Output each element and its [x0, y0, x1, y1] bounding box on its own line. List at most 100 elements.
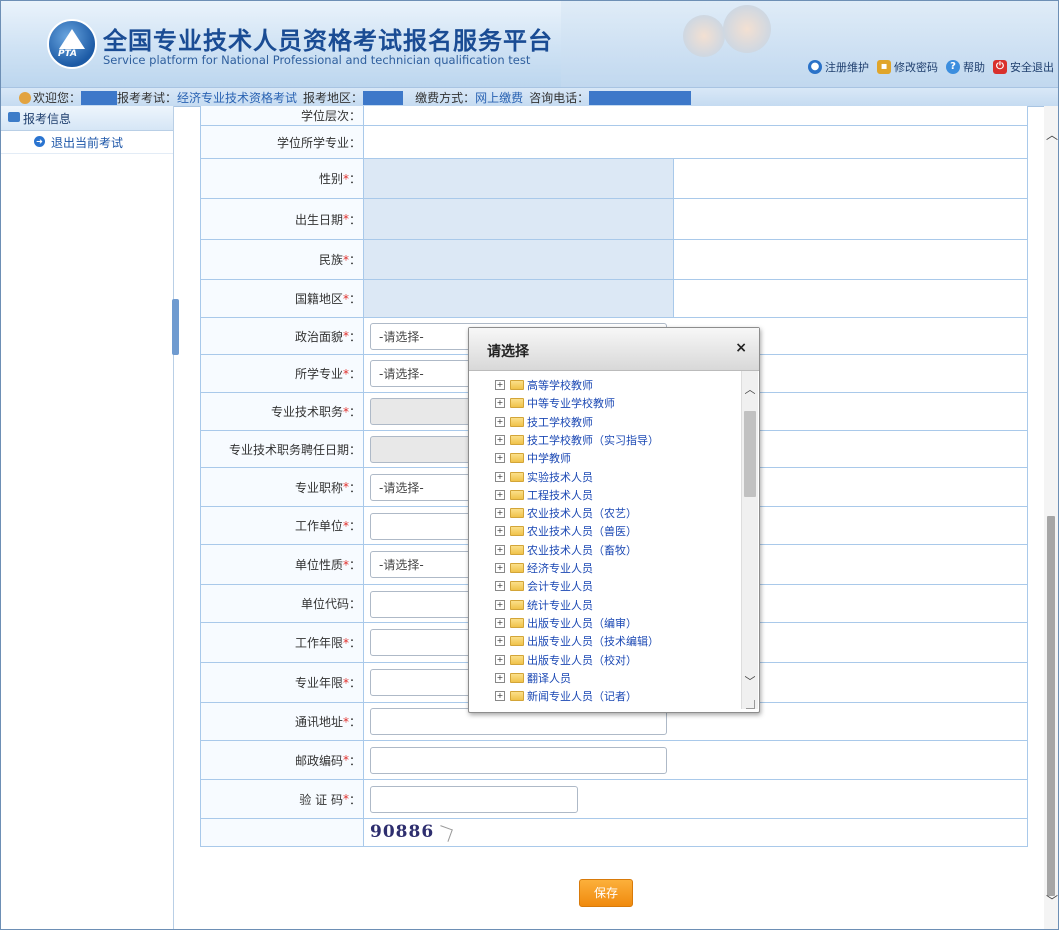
tree-node[interactable]: + 经济专业人员: [495, 559, 593, 577]
tree-node[interactable]: + 统计专业人员: [495, 596, 593, 614]
select-dialog: 请选择 × + 高等学校教师 + 中等专业学校教师 + 技工学校教师 + 技工学校教师（实习指…: [468, 327, 760, 713]
tree-node[interactable]: + 出版专业人员（校对）: [495, 651, 637, 669]
tree-node[interactable]: + 中学教师: [495, 449, 571, 467]
expand-icon[interactable]: +: [495, 526, 505, 537]
postal-code-input[interactable]: [370, 747, 667, 774]
captcha-cell: [364, 780, 1028, 818]
expand-icon[interactable]: +: [495, 398, 505, 409]
tree-node[interactable]: + 实验技术人员: [495, 468, 593, 486]
scroll-up-icon[interactable]: ︿: [1046, 126, 1058, 143]
person-image: [683, 15, 725, 57]
tree-node[interactable]: + 新闻专业人员（记者）: [495, 687, 637, 705]
ethnicity-value: [364, 240, 1028, 279]
tree-node[interactable]: + 农业技术人员（畜牧）: [495, 541, 637, 559]
expand-icon[interactable]: +: [495, 471, 505, 482]
form-row-nationality: 国籍地区 *：: [200, 280, 1028, 318]
field-label: 民族 *：: [200, 240, 364, 279]
tree-node[interactable]: +新闻专业人员（编辑）: [495, 705, 637, 707]
expand-icon[interactable]: +: [495, 654, 505, 665]
dialog-titlebar[interactable]: 请选择 ×: [469, 328, 759, 371]
site-header: PTA 全国专业技术人员资格考试报名服务平台 Service platform …: [1, 1, 1058, 87]
folder-icon: [510, 489, 524, 500]
scroll-up-icon[interactable]: ︿: [744, 381, 756, 397]
profession-tree: + 高等学校教师 + 中等专业学校教师 + 技工学校教师 + 技工学校教师（实习指导） + 中学教…: [469, 371, 741, 707]
dialog-scrollbar-thumb[interactable]: [744, 411, 756, 497]
degree-level-value: [364, 106, 1028, 125]
tree-node[interactable]: + 农业技术人员（兽医）: [495, 522, 637, 540]
field-label: 单位代码：: [200, 585, 364, 622]
tree-node[interactable]: + 农业技术人员（农艺）: [495, 504, 637, 522]
expand-icon[interactable]: +: [495, 581, 505, 592]
link-label: 帮助: [963, 61, 985, 74]
logout-link[interactable]: ⏻ 安全退出: [993, 59, 1054, 75]
field-label: 政治面貌 *：: [200, 318, 364, 354]
expand-icon[interactable]: +: [495, 453, 505, 464]
logo-text: PTA: [58, 49, 78, 59]
change-password-link[interactable]: ▪ 修改密码: [877, 59, 938, 75]
field-label: 工作单位 *：: [200, 507, 364, 544]
tree-node[interactable]: + 技工学校教师: [495, 413, 593, 431]
form-row-gender: 性别 *：: [200, 159, 1028, 199]
scroll-down-icon[interactable]: ﹀: [744, 673, 756, 689]
expand-icon[interactable]: +: [495, 434, 505, 445]
tree-node[interactable]: + 会计专业人员: [495, 577, 593, 595]
tree-node[interactable]: + 中等专业学校教师: [495, 394, 615, 412]
expand-icon[interactable]: +: [495, 508, 505, 519]
expand-icon[interactable]: +: [495, 489, 505, 500]
payment-value: 网上缴费: [475, 91, 524, 105]
tree-node-label: 技工学校教师: [527, 415, 593, 429]
folder-icon: [510, 471, 524, 482]
field-label: 学位所学专业：: [200, 126, 364, 158]
exam-value: 经济专业技术资格考试: [177, 91, 298, 105]
sidebar-item-exit-exam[interactable]: ➜ 退出当前考试: [1, 131, 173, 154]
dialog-title: 请选择: [487, 344, 529, 360]
tree-node[interactable]: + 翻译人员: [495, 669, 571, 687]
tree-node[interactable]: + 工程技术人员: [495, 486, 593, 504]
dialog-scrollbar[interactable]: ︿ ﹀: [741, 371, 758, 709]
readonly-cell: [364, 280, 674, 317]
tree-node[interactable]: + 技工学校教师（实习指导）: [495, 431, 659, 449]
expand-icon[interactable]: +: [495, 599, 505, 610]
field-label: 通讯地址 *：: [200, 703, 364, 740]
expand-icon[interactable]: +: [495, 672, 505, 683]
sidebar-toggle-handle[interactable]: [172, 299, 179, 355]
tree-node[interactable]: + 出版专业人员（编审）: [495, 614, 637, 632]
page-scrollbar[interactable]: ︿ ﹀: [1044, 106, 1058, 929]
scroll-down-icon[interactable]: ﹀: [1046, 892, 1058, 909]
expand-icon[interactable]: +: [495, 416, 505, 427]
expand-icon[interactable]: +: [495, 380, 505, 390]
sidebar-item-label: 退出当前考试: [51, 135, 124, 150]
tree-node-label: 出版专业人员（校对）: [527, 653, 637, 667]
expand-icon[interactable]: +: [495, 544, 505, 555]
expand-icon[interactable]: +: [495, 617, 505, 628]
sidebar: 报考信息 ➜ 退出当前考试: [1, 106, 174, 929]
folder-icon: [510, 617, 524, 628]
tree-node-label: 农业技术人员（兽医）: [527, 525, 637, 539]
help-link[interactable]: ? 帮助: [946, 59, 985, 75]
close-icon[interactable]: ×: [735, 340, 747, 356]
tree-node-label: 农业技术人员（畜牧）: [527, 543, 637, 557]
folder-icon: [510, 453, 524, 464]
field-label: 单位性质 *：: [200, 545, 364, 584]
captcha-input[interactable]: [370, 786, 578, 813]
expand-icon[interactable]: +: [495, 691, 505, 702]
expand-icon[interactable]: +: [495, 563, 505, 573]
resize-handle-icon[interactable]: [746, 700, 755, 709]
tree-node-label: 农业技术人员（农艺）: [527, 507, 637, 521]
tree-node[interactable]: + 高等学校教师: [495, 376, 593, 394]
info-bar: 欢迎您： 报考考试： 经济专业技术资格考试 报考地区： 缴费方式： 网上缴费 咨…: [1, 87, 1058, 107]
nationality-value: [364, 280, 1028, 317]
expand-icon[interactable]: +: [495, 636, 505, 647]
page-scrollbar-thumb[interactable]: [1047, 516, 1055, 896]
register-maintenance-link[interactable]: ● 注册维护: [808, 59, 869, 75]
field-label: 性别 *：: [200, 159, 364, 198]
app-window: PTA 全国专业技术人员资格考试报名服务平台 Service platform …: [0, 0, 1059, 930]
captcha-image[interactable]: 90886: [370, 822, 434, 842]
field-label: 验 证 码 *：: [200, 780, 364, 818]
tree-node[interactable]: + 出版专业人员（技术编辑）: [495, 632, 659, 650]
save-button[interactable]: 保存: [579, 879, 633, 907]
sidebar-header[interactable]: 报考信息: [1, 106, 173, 131]
link-label: 安全退出: [1010, 61, 1054, 74]
arrow-right-icon: ➜: [34, 136, 45, 147]
header-illustration: [673, 5, 783, 77]
